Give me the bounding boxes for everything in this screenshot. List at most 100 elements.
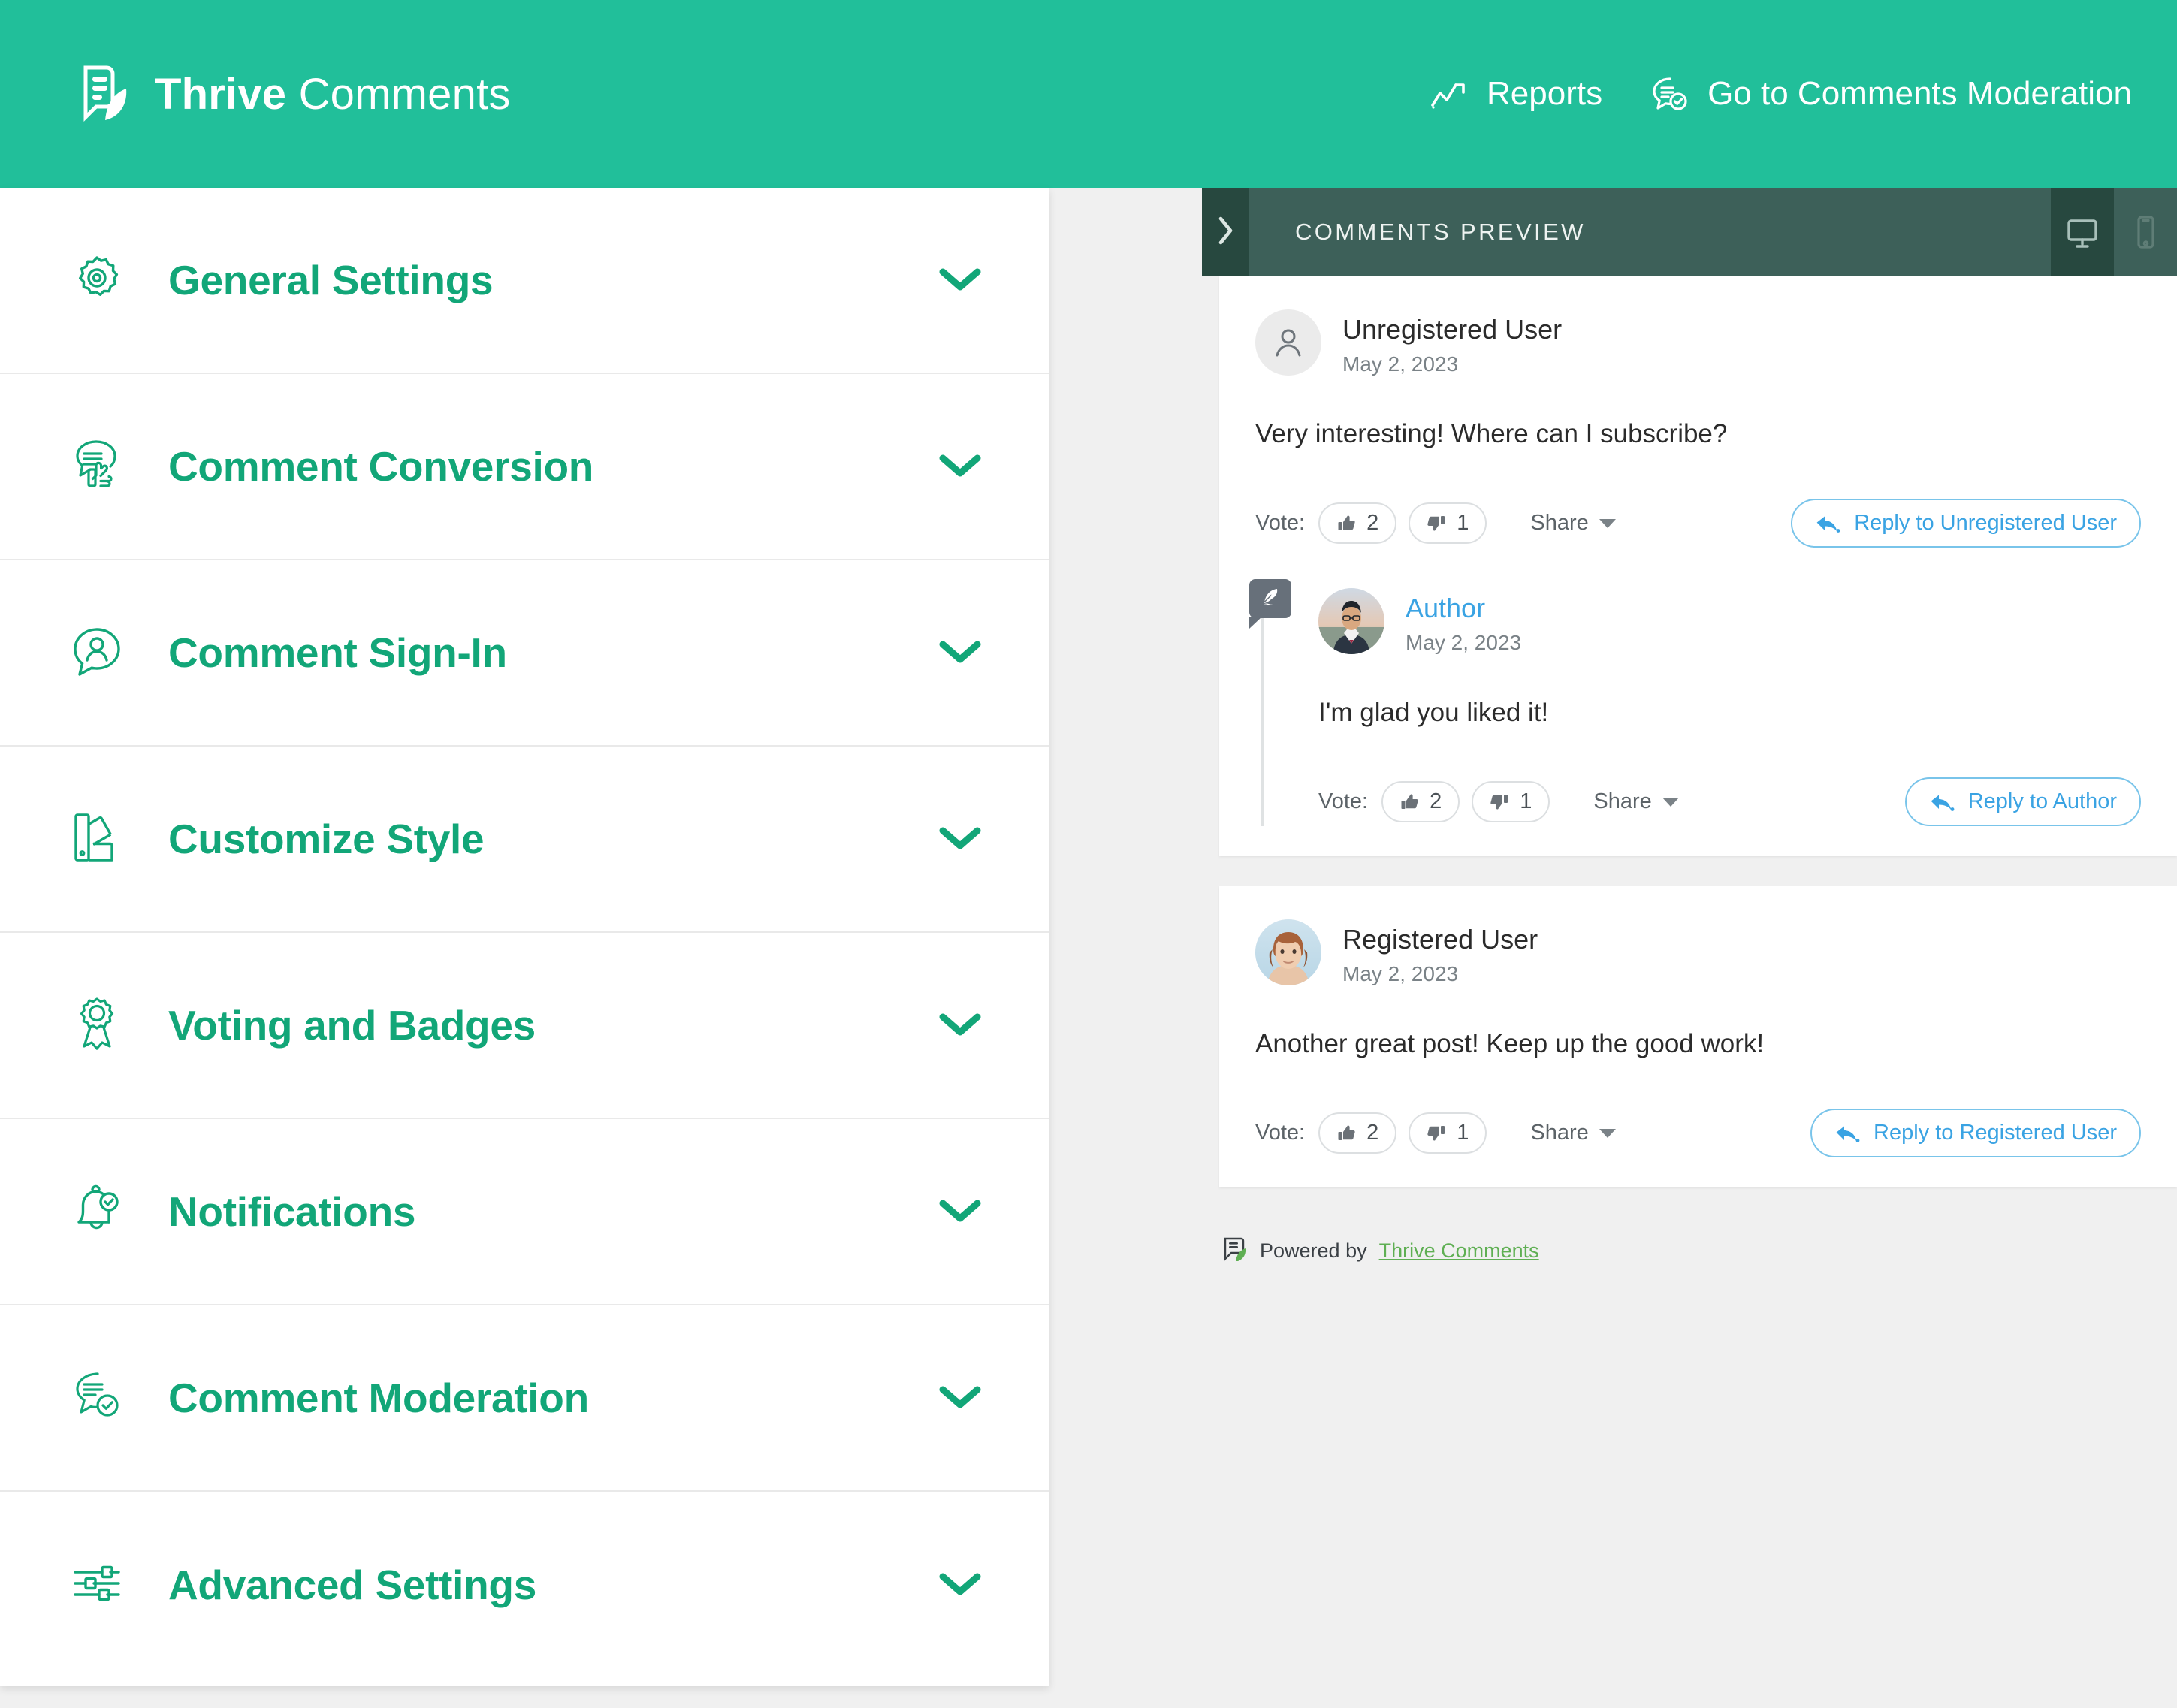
share-button[interactable]: Share	[1530, 511, 1616, 536]
reply-button[interactable]: Reply to Registered User	[1810, 1109, 2141, 1157]
brand: Thrive Comments	[75, 62, 511, 127]
device-toggle-mobile[interactable]	[2114, 188, 2177, 276]
comment-thumbsup-icon	[68, 436, 168, 498]
preview-body: Unregistered User May 2, 2023 Very inter…	[1219, 276, 2177, 1266]
vote-label: Vote:	[1318, 789, 1369, 813]
color-swatch-icon	[68, 808, 168, 871]
reply-actions: Vote: 2 1 Share Reply to Author	[1318, 777, 2141, 826]
sidebar-item-customize-style[interactable]: Customize Style	[0, 747, 1049, 933]
downvote-count: 1	[1457, 1121, 1469, 1145]
brand-title-light: Comments	[298, 69, 511, 119]
comment-author: Unregistered User	[1342, 314, 1563, 345]
header-nav: Reports Go to Comments Moderation	[1428, 74, 2132, 114]
upvote-count: 2	[1366, 1121, 1379, 1145]
device-toggle-desktop[interactable]	[2051, 188, 2114, 276]
comment-check-icon	[68, 1367, 168, 1429]
thread-line	[1261, 588, 1264, 826]
sidebar-item-comment-sign-in[interactable]: Comment Sign-In	[0, 560, 1049, 747]
sidebar-item-voting-and-badges[interactable]: Voting and Badges	[0, 933, 1049, 1119]
downvote-button[interactable]: 1	[1409, 1112, 1487, 1154]
reply-date: May 2, 2023	[1406, 631, 1522, 654]
comment-date: May 2, 2023	[1342, 352, 1459, 376]
downvote-button[interactable]: 1	[1472, 781, 1550, 822]
powered-by-footer: Powered by Thrive Comments	[1219, 1218, 2177, 1266]
chevron-right-icon	[1215, 215, 1235, 250]
author-badge	[1249, 579, 1291, 629]
sidebar-item-label: Comment Moderation	[168, 1375, 589, 1421]
powered-by-label: Powered by	[1260, 1239, 1367, 1262]
comment-user-icon	[68, 622, 168, 684]
share-label: Share	[1593, 789, 1652, 813]
nav-comments-moderation[interactable]: Go to Comments Moderation	[1649, 74, 2132, 114]
share-button[interactable]: Share	[1530, 1121, 1616, 1145]
sidebar-item-label: Comment Sign-In	[168, 629, 507, 676]
sidebar-item-notifications[interactable]: Notifications	[0, 1119, 1049, 1305]
quill-pen-icon	[1259, 586, 1282, 612]
chevron-down-icon[interactable]	[937, 1195, 983, 1229]
chevron-down-icon[interactable]	[937, 264, 983, 297]
sidebar-item-comment-conversion[interactable]: Comment Conversion	[0, 374, 1049, 560]
thumbs-down-icon	[1490, 792, 1511, 813]
comment-meta: Unregistered User May 2, 2023	[1342, 309, 1562, 376]
chevron-down-icon[interactable]	[937, 450, 983, 484]
share-button[interactable]: Share	[1593, 789, 1679, 814]
comments-preview-panel: COMMENTS PREVIEW Unregistered User May 2…	[1202, 188, 2177, 1708]
chevron-down-icon[interactable]	[937, 1568, 983, 1602]
comment-thread: Author May 2, 2023 I'm glad you liked it…	[1249, 579, 2141, 826]
upvote-button[interactable]: 2	[1381, 781, 1460, 822]
reply-arrow-icon	[1834, 1123, 1860, 1144]
chevron-down-icon[interactable]	[937, 1009, 983, 1043]
downvote-count: 1	[1520, 789, 1532, 813]
gear-icon	[68, 249, 168, 312]
nav-reports-label: Reports	[1487, 75, 1603, 112]
chevron-down-icon	[1599, 518, 1616, 528]
thumbs-up-icon	[1400, 792, 1421, 813]
preview-collapse-button[interactable]	[1202, 188, 1249, 276]
comment-body: Very interesting! Where can I subscribe?	[1255, 419, 1728, 448]
sidebar-item-general-settings[interactable]: General Settings	[0, 188, 1049, 374]
comment-actions: Vote: 2 1 Share	[1255, 1109, 2141, 1157]
sidebar-item-advanced-settings[interactable]: Advanced Settings	[0, 1492, 1049, 1678]
thumbs-down-icon	[1427, 513, 1448, 534]
sidebar-item-label: General Settings	[168, 257, 494, 303]
nav-reports[interactable]: Reports	[1428, 74, 1602, 114]
sliders-icon	[68, 1554, 168, 1616]
vote-label: Vote:	[1255, 1121, 1306, 1145]
comment-header: Registered User May 2, 2023	[1255, 919, 2141, 986]
reply-button-label: Reply to Registered User	[1874, 1121, 2117, 1145]
reply-header: Author May 2, 2023	[1318, 588, 2141, 655]
thrive-comments-link[interactable]: Thrive Comments	[1379, 1239, 1539, 1263]
comment-author: Registered User	[1342, 924, 1538, 955]
monitor-icon	[2065, 215, 2100, 249]
preview-title: COMMENTS PREVIEW	[1295, 219, 1586, 245]
reply-author[interactable]: Author	[1406, 591, 1521, 625]
brand-title-bold: Thrive	[155, 69, 287, 119]
sidebar-item-label: Voting and Badges	[168, 1002, 536, 1049]
sidebar-item-label: Customize Style	[168, 816, 485, 862]
avatar	[1255, 309, 1321, 376]
downvote-button[interactable]: 1	[1409, 502, 1487, 544]
thumbs-up-icon	[1336, 513, 1357, 534]
reply-body: I'm glad you liked it!	[1318, 698, 1549, 727]
sidebar-item-comment-moderation[interactable]: Comment Moderation	[0, 1305, 1049, 1492]
comment-card: Registered User May 2, 2023 Another grea…	[1219, 886, 2177, 1187]
chevron-down-icon[interactable]	[937, 1381, 983, 1415]
upvote-count: 2	[1430, 789, 1442, 813]
thumbs-down-icon	[1427, 1123, 1448, 1144]
reply-button[interactable]: Reply to Unregistered User	[1791, 499, 2141, 548]
reply-button[interactable]: Reply to Author	[1904, 777, 2141, 826]
upvote-count: 2	[1366, 511, 1379, 535]
comment-check-icon	[1649, 74, 1689, 114]
upvote-button[interactable]: 2	[1318, 502, 1397, 544]
downvote-count: 1	[1457, 511, 1469, 535]
comment-body: Another great post! Keep up the good wor…	[1255, 1029, 1765, 1058]
upvote-button[interactable]: 2	[1318, 1112, 1397, 1154]
share-label: Share	[1530, 511, 1589, 535]
thumbs-up-icon	[1336, 1123, 1357, 1144]
chevron-down-icon[interactable]	[937, 822, 983, 856]
comment-card: Unregistered User May 2, 2023 Very inter…	[1219, 276, 2177, 856]
sidebar-item-label: Comment Conversion	[168, 443, 594, 490]
chevron-down-icon[interactable]	[937, 636, 983, 670]
comment-header: Unregistered User May 2, 2023	[1255, 309, 2141, 376]
comment-date: May 2, 2023	[1342, 962, 1459, 985]
